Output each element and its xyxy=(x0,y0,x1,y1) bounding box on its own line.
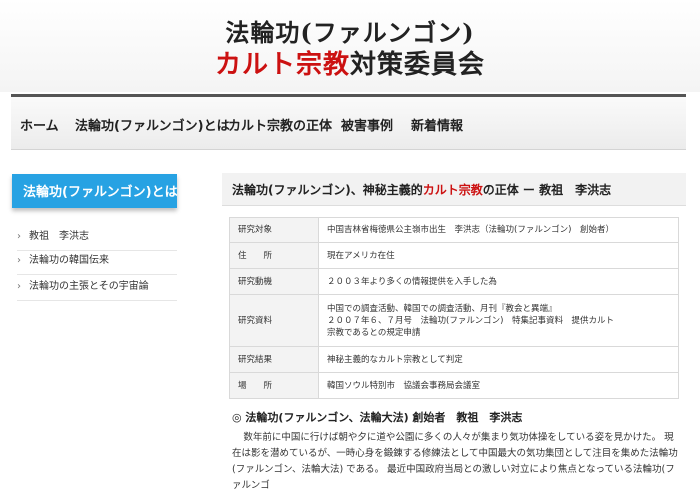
table-value: 中国での調査活動、韓国での調査活動、月刊『教会と異端』 ２００７年６、７月号 法… xyxy=(318,294,679,347)
table-label: 研究対象 xyxy=(229,217,319,243)
table-label: 研究資料 xyxy=(229,294,319,347)
page-title: 法輪功(ファルンゴン)、神秘主義的カルト宗教の正体 ー 教祖 李洪志 xyxy=(222,173,686,206)
table-row: 研究資料 中国での調査活動、韓国での調査活動、月刊『教会と異端』 ２００７年６、… xyxy=(229,294,679,347)
table-value: 中国吉林省梅徳県公主嶺市出生 李洪志（法輪功(ファルンゴン) 創始者） xyxy=(318,217,679,243)
table-label: 場 所 xyxy=(229,372,319,399)
nav-item-home[interactable]: ホーム xyxy=(20,115,59,134)
chevron-right-icon: › xyxy=(17,281,21,292)
site-title-line2: カルト宗教対策委員会 xyxy=(0,44,700,81)
sidebar-link-label: 法輪功の主張とその宇宙論 xyxy=(29,281,149,292)
table-value: 韓国ソウル特別市 協議会事務局会議室 xyxy=(318,372,679,399)
table-row: 住 所 現在アメリカ在住 xyxy=(229,242,679,269)
chevron-right-icon: › xyxy=(17,231,21,242)
nav-item-damage-cases[interactable]: 被害事例 xyxy=(341,115,393,134)
sidebar-link-cosmology[interactable]: › 法輪功の主張とその宇宙論 xyxy=(17,277,177,301)
nav-item-cult-truth[interactable]: カルト宗教の正体 xyxy=(228,115,332,134)
site-title-rest-text: 対策委員会 xyxy=(350,50,486,80)
table-value: ２００３年より多くの情報提供を入手した為 xyxy=(318,268,679,295)
page-title-red: カルト宗教 xyxy=(422,183,483,197)
table-label: 研究動機 xyxy=(229,268,319,295)
section-heading: ◎ 法輪功(ファルンゴン、法輪大法) 創始者 教祖 李洪志 xyxy=(232,411,523,424)
table-value: 神秘主義的なカルト宗教として判定 xyxy=(318,346,679,373)
nav-item-news[interactable]: 新着情報 xyxy=(411,115,463,134)
table-row: 研究動機 ２００３年より多くの情報提供を入手した為 xyxy=(229,268,679,295)
sidebar-link-founder[interactable]: › 教祖 李洪志 xyxy=(17,227,177,251)
sidebar-heading: 法輪功(ファルンゴン)とは xyxy=(12,174,178,208)
body-text: 数年前に中国に行けば朝や夕に道や公園に多くの人々が集まり気功体操をしている姿を見… xyxy=(232,430,679,494)
main-nav: ホーム 法輪功(ファルンゴン)とは カルト宗教の正体 被害事例 新着情報 xyxy=(11,94,686,150)
sidebar-link-label: 法輪功の韓国伝来 xyxy=(29,255,109,266)
sidebar-link-label: 教祖 李洪志 xyxy=(29,231,89,242)
page-title-post: の正体 ー 教祖 李洪志 xyxy=(482,183,612,197)
research-info-table: 研究対象 中国吉林省梅徳県公主嶺市出生 李洪志（法輪功(ファルンゴン) 創始者）… xyxy=(229,217,679,399)
site-title-red-text: カルト宗教 xyxy=(214,50,350,80)
site-title-line1: 法輪功(ファルンゴン) xyxy=(225,18,475,47)
table-label: 住 所 xyxy=(229,242,319,269)
table-label: 研究結果 xyxy=(229,346,319,373)
sidebar-link-korea[interactable]: › 法輪功の韓国伝来 xyxy=(17,251,177,275)
table-row: 研究結果 神秘主義的なカルト宗教として判定 xyxy=(229,346,679,373)
table-value: 現在アメリカ在住 xyxy=(318,242,679,269)
chevron-right-icon: › xyxy=(17,255,21,266)
table-row: 研究対象 中国吉林省梅徳県公主嶺市出生 李洪志（法輪功(ファルンゴン) 創始者） xyxy=(229,217,679,243)
page-title-pre: 法輪功(ファルンゴン)、神秘主義的 xyxy=(232,183,423,197)
table-row: 場 所 韓国ソウル特別市 協議会事務局会議室 xyxy=(229,372,679,399)
nav-item-about-falun-gong[interactable]: 法輪功(ファルンゴン)とは xyxy=(75,115,230,134)
body-paragraph: 数年前に中国に行けば朝や夕に道や公園に多くの人々が集まり気功体操をしている姿を見… xyxy=(232,432,678,491)
site-header: 法輪功(ファルンゴン) カルト宗教対策委員会 xyxy=(0,0,700,92)
